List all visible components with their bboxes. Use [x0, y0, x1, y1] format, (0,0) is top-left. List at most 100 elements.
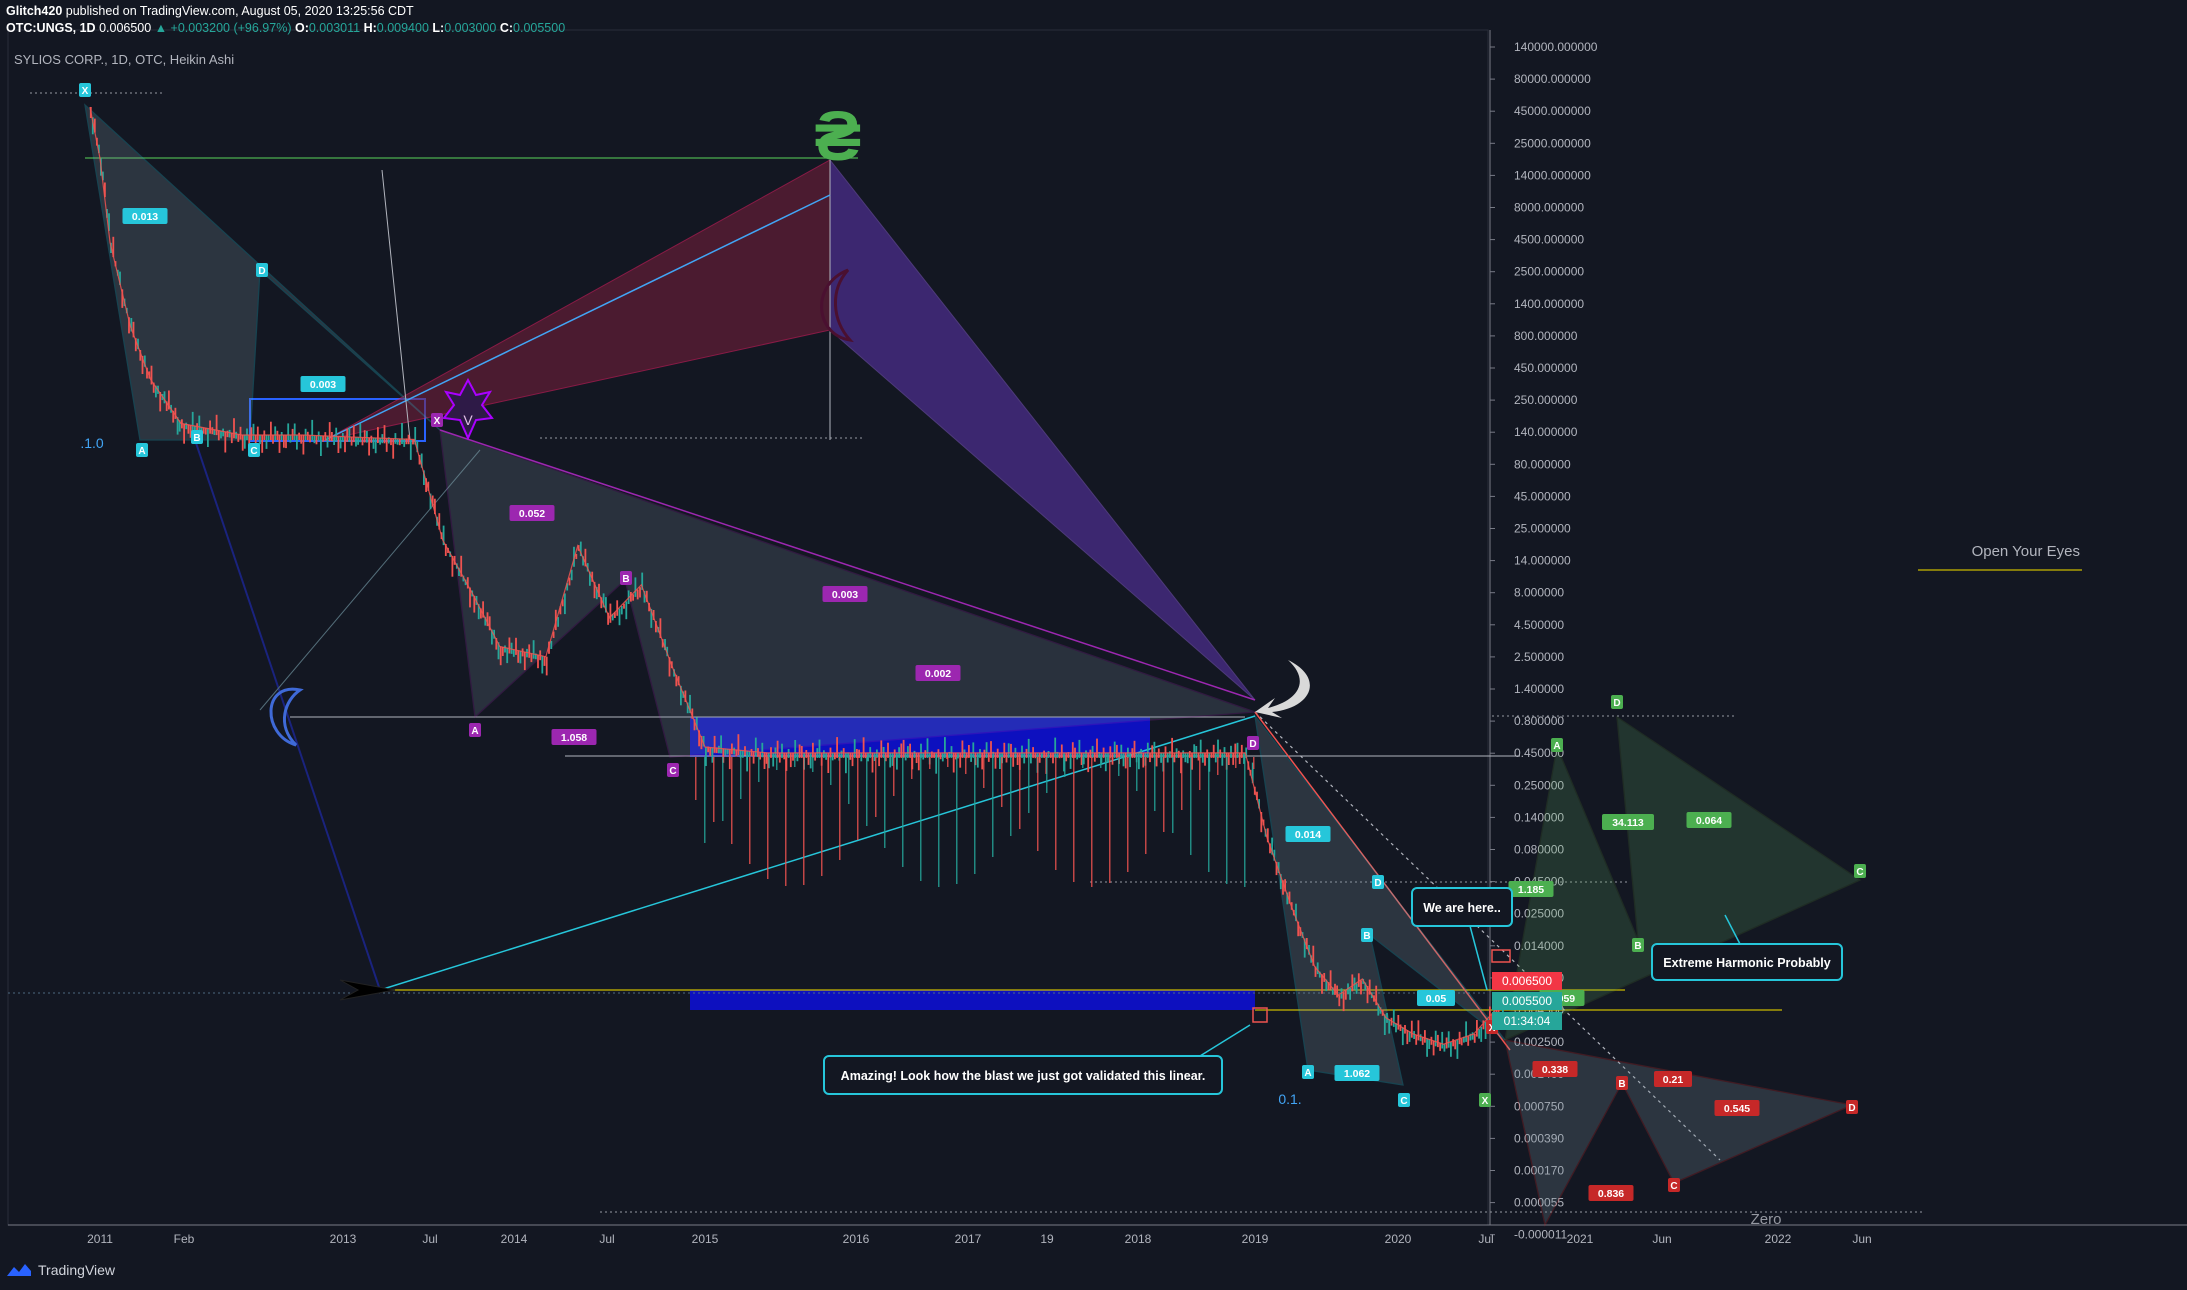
price-bar	[1428, 1039, 1431, 1049]
price-bar	[1146, 742, 1149, 758]
spike	[1208, 757, 1210, 872]
price-bar	[1151, 745, 1154, 758]
y-tick-label: 25000.000000	[1514, 136, 1591, 150]
price-bar	[1417, 1020, 1420, 1041]
price-bar	[519, 650, 522, 664]
x-axis-ticks: 2011 Feb 2013 Jul 2014 Jul 2015 2016 2017 19 2018 2…	[87, 1232, 1872, 1246]
price-bar	[220, 430, 222, 439]
ohlc-line: OTC:UNGS, 1D 0.006500 ▲ +0.003200 (+96.9…	[6, 21, 565, 35]
spike	[857, 757, 859, 840]
y-tick-label: 8.000000	[1514, 586, 1564, 600]
price-bar	[1003, 742, 1006, 758]
price-bar	[1069, 752, 1072, 769]
price-bar	[357, 437, 359, 445]
price-bar	[1489, 1006, 1491, 1022]
spike	[713, 757, 715, 822]
ratio-label: 0.002	[925, 668, 951, 680]
price-bar	[1240, 744, 1243, 758]
price-bar	[896, 752, 898, 770]
price-bar	[501, 647, 504, 656]
price-bar	[1230, 745, 1232, 758]
price-bar	[1096, 738, 1098, 758]
price-bar	[510, 642, 513, 654]
navy-line	[194, 439, 381, 991]
price-bar	[900, 743, 903, 758]
price-bar	[1027, 738, 1030, 758]
low-value: 0.003000	[444, 21, 497, 35]
price-bar	[796, 752, 799, 762]
point-label: C	[1400, 1096, 1407, 1107]
chart-canvas[interactable]: 140000.000000 80000.000000 45000.000000 250…	[0, 0, 2187, 1290]
close-value: 0.005500	[513, 21, 566, 35]
callout-pointer	[1469, 925, 1488, 991]
price-bar	[211, 427, 214, 435]
price-bar	[1199, 739, 1202, 758]
price-bar	[1441, 1031, 1444, 1049]
price-bar	[752, 751, 755, 764]
price-bar	[798, 744, 801, 758]
spike	[785, 757, 787, 886]
price-bar	[814, 752, 816, 761]
price-bar	[235, 431, 237, 439]
ratio-label: 0.003	[310, 379, 336, 391]
price-bar	[944, 737, 946, 758]
price-bar	[1206, 749, 1209, 758]
price-bar	[1321, 974, 1323, 994]
price-bar	[1047, 751, 1050, 758]
price-bar	[1342, 992, 1345, 1012]
author-name[interactable]: Glitch420	[6, 4, 62, 18]
price-bar	[858, 749, 860, 758]
price-bar	[634, 577, 637, 597]
price-bar	[961, 740, 964, 758]
price-bar	[618, 608, 621, 626]
price-bar	[851, 752, 854, 767]
y-tick-label: 45000.000000	[1514, 104, 1591, 118]
price-bar	[209, 420, 211, 434]
price-bar	[709, 747, 712, 757]
price-bar	[204, 427, 207, 435]
point-label: A	[1553, 741, 1560, 752]
price-bar	[849, 752, 852, 760]
price-bar	[320, 435, 322, 456]
price-bar	[250, 427, 253, 441]
price-bar	[315, 435, 318, 445]
price-bar	[823, 750, 825, 758]
x-tick-label: 2014	[501, 1232, 528, 1246]
price-bar	[880, 740, 883, 758]
y-tick-label: 14000.000000	[1514, 168, 1591, 182]
tradingview-footer[interactable]: TradingView	[6, 1262, 115, 1278]
price-bar	[1173, 752, 1176, 763]
y-tick-label: -0.000011	[1514, 1228, 1567, 1242]
chart-title: SYLIOS CORP., 1D, OTC, Heikin Ashi	[14, 52, 235, 67]
price-bar	[968, 745, 970, 758]
price-bar	[361, 437, 364, 446]
price-bar	[827, 752, 830, 773]
price-bar	[322, 435, 324, 442]
price-bar	[862, 737, 865, 758]
price-bar	[1447, 1031, 1450, 1048]
price-bar	[926, 738, 929, 758]
spike	[929, 757, 931, 769]
close-label: C:	[499, 21, 514, 35]
price-bar	[333, 436, 335, 445]
price-bar	[359, 423, 362, 443]
price-bar	[1406, 1030, 1409, 1045]
price-bar	[222, 428, 224, 437]
spike	[965, 757, 967, 774]
price-bar	[1016, 752, 1019, 765]
spike	[1244, 757, 1246, 887]
spike	[1163, 757, 1165, 832]
price-bar	[1078, 739, 1081, 758]
spike	[911, 757, 913, 779]
spike	[1154, 757, 1156, 811]
price-bar	[818, 739, 821, 758]
price-bar	[207, 428, 209, 447]
amazing-callout[interactable]: Amazing! Look how the blast we just got …	[823, 1024, 1251, 1095]
price-bar	[183, 423, 185, 444]
price-bar	[904, 752, 907, 761]
spike	[830, 757, 832, 785]
price-bar	[1111, 752, 1114, 765]
price-bar	[1419, 1034, 1422, 1042]
spike	[1055, 757, 1057, 870]
price-bar	[568, 577, 571, 586]
